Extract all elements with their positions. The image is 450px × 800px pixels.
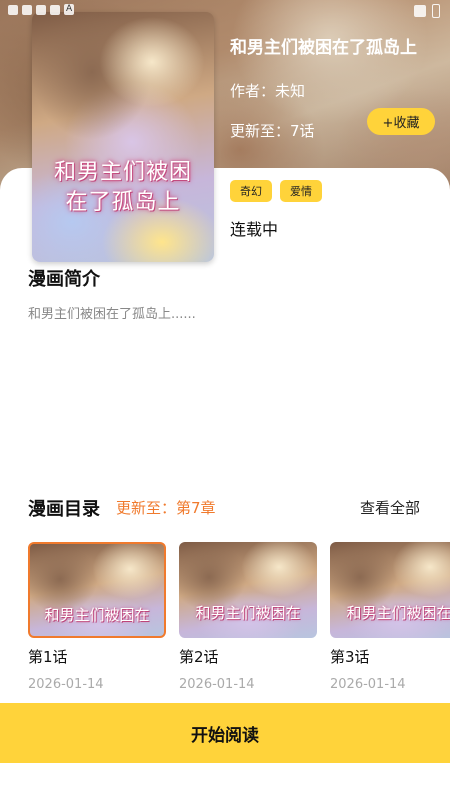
chapter-date: 2026-01-14 (330, 677, 406, 692)
signal-icon (414, 5, 426, 17)
chapter-thumbnail[interactable]: 和男主们被困在 (330, 542, 450, 638)
tag-fantasy[interactable]: 奇幻 (230, 180, 272, 202)
chapter-date: 2026-01-14 (179, 677, 255, 692)
view-all-link[interactable]: 查看全部 (360, 497, 420, 518)
thumbnail-title-art: 和男主们被困在 (195, 604, 301, 622)
chapter-card[interactable]: 和男主们被困在 第3话 2026-01-14 (330, 542, 450, 692)
chapter-card[interactable]: 和男主们被困在 第1话 2026-01-14 (28, 542, 166, 692)
comic-update-status: 更新至：7话 (230, 122, 315, 140)
chapter-name: 第1话 (28, 648, 68, 666)
serial-status: 连载中 (230, 220, 279, 239)
status-bar: A (0, 0, 450, 22)
status-icons-right (414, 4, 440, 18)
notification-icon (22, 4, 32, 15)
chapter-card[interactable]: 和男主们被困在 第2话 2026-01-14 (179, 542, 317, 692)
intro-text: 和男主们被困在了孤岛上...... (28, 307, 196, 322)
chapter-name: 第3话 (330, 648, 370, 666)
chapter-name: 第2话 (179, 648, 219, 666)
status-indicator: A (64, 4, 75, 15)
tag-romance[interactable]: 爱情 (280, 180, 322, 202)
thumbnail-title-art: 和男主们被困在 (346, 604, 450, 622)
status-icons-left: A (8, 4, 75, 15)
comic-cover[interactable]: 和男主们被困在了孤岛上 (32, 12, 214, 262)
notification-icon (50, 4, 60, 15)
comic-author: 作者：未知 (230, 82, 306, 100)
thumbnail-title-art: 和男主们被困在 (44, 606, 150, 624)
comic-title: 和男主们被困在了孤岛上 (230, 38, 417, 58)
start-reading-button[interactable]: 开始阅读 (0, 703, 450, 763)
tag-list: 奇幻 爱情 (230, 180, 322, 202)
chapter-date: 2026-01-14 (28, 677, 104, 692)
cover-title-art: 和男主们被困在了孤岛上 (53, 160, 192, 215)
notification-icon (8, 4, 18, 15)
battery-icon (432, 4, 440, 18)
chapter-thumbnail[interactable]: 和男主们被困在 (179, 542, 317, 638)
catalog-heading: 漫画目录 (28, 499, 100, 520)
intro-heading: 漫画简介 (28, 269, 100, 290)
notification-icon (36, 4, 46, 15)
collect-button[interactable]: +收藏 (367, 108, 435, 135)
catalog-update-status: 更新至：第7章 (116, 499, 216, 517)
chapter-thumbnail[interactable]: 和男主们被困在 (28, 542, 166, 638)
